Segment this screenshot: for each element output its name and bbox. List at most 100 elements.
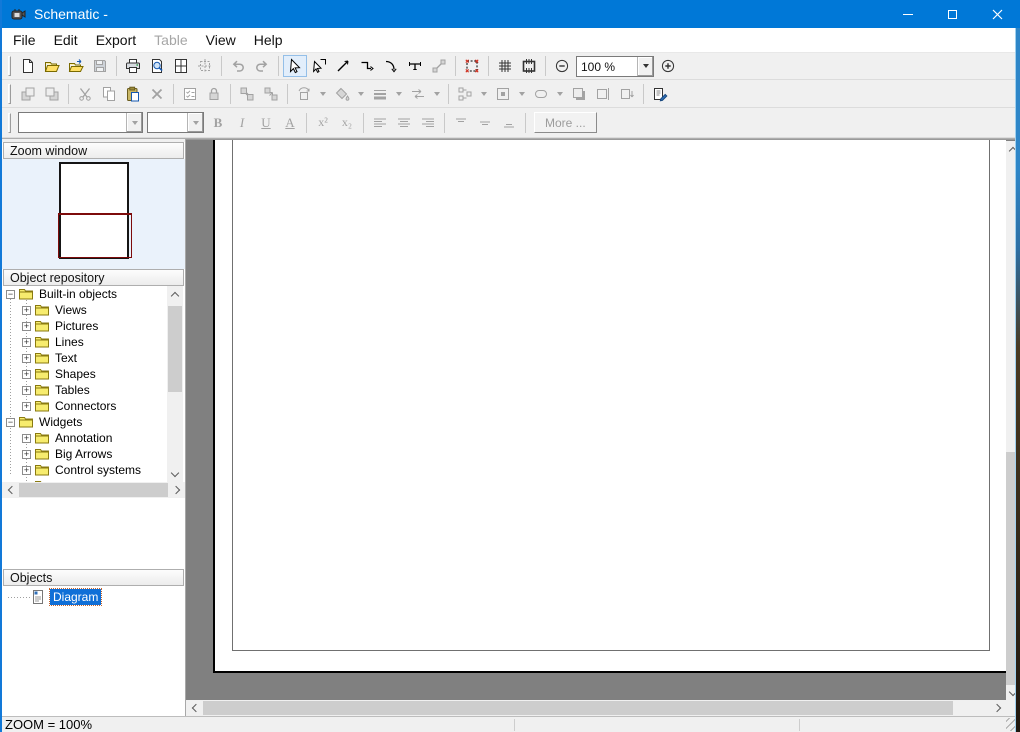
canvas[interactable] bbox=[186, 139, 1020, 716]
expander-plus-icon[interactable]: + bbox=[22, 322, 31, 331]
new-document-button[interactable] bbox=[16, 55, 40, 77]
resize-flip-button bbox=[615, 83, 639, 105]
select-tool-button[interactable] bbox=[283, 55, 307, 77]
toolbar-text: BIUAx²x₂More ... bbox=[2, 108, 1020, 138]
toolbar-handle[interactable] bbox=[8, 84, 11, 104]
tree-item[interactable]: +Annotation bbox=[2, 430, 185, 446]
font-color-glyph: A bbox=[285, 115, 294, 131]
toolbar-separator bbox=[444, 113, 445, 133]
print-icon bbox=[125, 58, 141, 74]
tree-item[interactable]: +Text bbox=[2, 350, 185, 366]
snap-grid-toggle-button[interactable] bbox=[517, 55, 541, 77]
scroll-left-arrow[interactable] bbox=[2, 482, 18, 498]
tree-item[interactable]: +Pictures bbox=[2, 318, 185, 334]
tree-item[interactable]: + Connectors bbox=[2, 398, 185, 414]
app-window: Schematic - FileEditExportTableViewHelp … bbox=[0, 0, 1020, 732]
repository-tree-horizontal-scrollbar[interactable] bbox=[2, 482, 185, 498]
expander-plus-icon[interactable]: + bbox=[22, 354, 31, 363]
preview-viewport-rect[interactable] bbox=[58, 213, 132, 258]
expander-plus-icon[interactable]: + bbox=[22, 434, 31, 443]
scrollbar-thumb[interactable] bbox=[19, 483, 168, 497]
zoom-in-button[interactable] bbox=[656, 55, 680, 77]
tree-item[interactable]: +Control systems bbox=[2, 462, 185, 478]
toolbar-separator bbox=[525, 113, 526, 133]
menu-view[interactable]: View bbox=[197, 29, 245, 51]
expander-plus-icon[interactable]: + bbox=[22, 450, 31, 459]
zoom-level-combo-value[interactable]: 100 % bbox=[577, 57, 637, 76]
node-connector-tool-button[interactable] bbox=[403, 55, 427, 77]
grid-toggle-button[interactable] bbox=[493, 55, 517, 77]
menu-export[interactable]: Export bbox=[87, 29, 145, 51]
canvas-horizontal-scrollbar[interactable] bbox=[186, 700, 1006, 716]
tree-item[interactable]: +Shapes bbox=[2, 366, 185, 382]
menu-edit[interactable]: Edit bbox=[45, 29, 87, 51]
align-left-icon bbox=[372, 115, 388, 131]
scroll-up-arrow[interactable] bbox=[167, 286, 183, 302]
font-size-combo-value[interactable] bbox=[148, 113, 187, 132]
print-preview-button[interactable] bbox=[145, 55, 169, 77]
tree-item[interactable]: +Views bbox=[2, 302, 185, 318]
redo-icon bbox=[254, 58, 270, 74]
zoom-level-combo-dropdown[interactable] bbox=[637, 57, 653, 76]
expander-plus-icon[interactable]: + bbox=[22, 402, 31, 411]
close-button[interactable] bbox=[975, 0, 1020, 28]
redo-button bbox=[250, 55, 274, 77]
zoom-marquee-tool-button[interactable] bbox=[460, 55, 484, 77]
object-notes-button[interactable] bbox=[648, 83, 672, 105]
objects-list-item[interactable]: Diagram bbox=[2, 589, 185, 605]
expander-plus-icon[interactable]: + bbox=[22, 466, 31, 475]
chevron-left-icon bbox=[7, 486, 15, 494]
minimize-button[interactable] bbox=[885, 0, 930, 28]
status-bar: ZOOM = 100% bbox=[2, 716, 1020, 732]
scrollbar-thumb[interactable] bbox=[203, 701, 953, 715]
expander-plus-icon[interactable]: + bbox=[22, 338, 31, 347]
scroll-right-arrow[interactable] bbox=[169, 482, 185, 498]
font-size-combo-dropdown[interactable] bbox=[187, 113, 203, 132]
font-name-combo[interactable] bbox=[18, 112, 143, 133]
font-name-combo-value[interactable] bbox=[19, 113, 126, 132]
curve-connector-tool-button[interactable] bbox=[379, 55, 403, 77]
group-shapes-icon bbox=[239, 86, 255, 102]
font-name-combo-dropdown[interactable] bbox=[126, 113, 142, 132]
tree-item[interactable]: +Tables bbox=[2, 382, 185, 398]
props-edit-icon bbox=[652, 86, 668, 102]
objects-item-label[interactable]: Diagram bbox=[50, 589, 101, 605]
print-button[interactable] bbox=[121, 55, 145, 77]
drawing-page[interactable] bbox=[213, 140, 1006, 673]
expander-minus-icon[interactable]: − bbox=[6, 290, 15, 299]
print-preview-icon bbox=[149, 58, 165, 74]
diagonal-tool-button bbox=[427, 55, 451, 77]
menu-help[interactable]: Help bbox=[245, 29, 292, 51]
paste-button[interactable] bbox=[121, 83, 145, 105]
open-file-button[interactable] bbox=[40, 55, 64, 77]
expander-plus-icon[interactable]: + bbox=[22, 370, 31, 379]
repository-tree-vertical-scrollbar[interactable] bbox=[167, 286, 183, 482]
tree-item[interactable]: +Lines bbox=[2, 334, 185, 350]
scroll-right-arrow[interactable] bbox=[990, 700, 1006, 716]
line-tool-button[interactable] bbox=[331, 55, 355, 77]
page-setup-button[interactable] bbox=[169, 55, 193, 77]
menu-file[interactable]: File bbox=[4, 29, 45, 51]
node-select-tool-button[interactable] bbox=[307, 55, 331, 77]
zoom-level-combo[interactable]: 100 % bbox=[576, 56, 654, 77]
sidebar: Zoom window Object repository −Built-in … bbox=[2, 139, 186, 716]
elbow-connector-tool-button[interactable] bbox=[355, 55, 379, 77]
zoom-out-button[interactable] bbox=[550, 55, 574, 77]
tree-item[interactable]: −Widgets bbox=[2, 414, 185, 430]
expander-plus-icon[interactable]: + bbox=[22, 306, 31, 315]
valign-middle-button bbox=[473, 112, 497, 134]
tree-item[interactable]: −Built-in objects bbox=[2, 286, 185, 302]
import-file-button[interactable] bbox=[64, 55, 88, 77]
toolbar-handle[interactable] bbox=[8, 113, 11, 133]
scroll-down-arrow[interactable] bbox=[167, 466, 183, 482]
tree-item[interactable]: +Big Arrows bbox=[2, 446, 185, 462]
font-size-combo[interactable] bbox=[147, 112, 204, 133]
scrollbar-thumb[interactable] bbox=[168, 306, 182, 392]
tree-item-label: Connectors bbox=[53, 399, 118, 413]
more-options-button: More ... bbox=[534, 112, 597, 133]
toolbar-handle[interactable] bbox=[8, 56, 11, 76]
maximize-button[interactable] bbox=[930, 0, 975, 28]
expander-plus-icon[interactable]: + bbox=[22, 386, 31, 395]
expander-minus-icon[interactable]: − bbox=[6, 418, 15, 427]
scroll-left-arrow[interactable] bbox=[186, 700, 202, 716]
